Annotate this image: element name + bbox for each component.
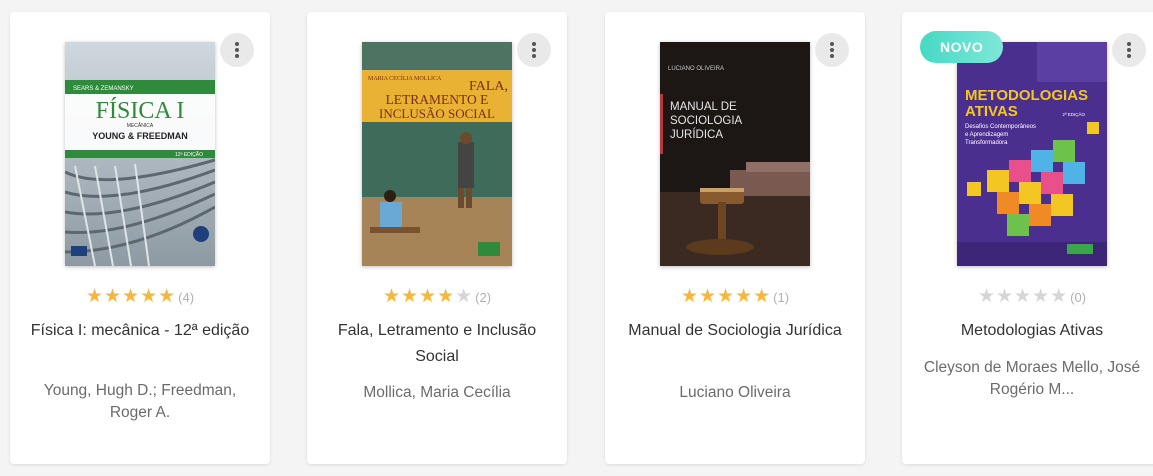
star-icon: ★ [419,286,437,307]
star-icon: ★ [1050,286,1068,307]
book-options-button[interactable] [1112,33,1146,67]
star-icon: ★ [698,286,717,307]
book-cover[interactable]: METODOLOGIAS ATIVAS 2ª EDIÇÃO Desafios C… [957,42,1107,266]
star-icon: ★ [122,286,140,307]
cover-authors: YOUNG & FREEDMAN [92,131,188,141]
cover-subtitle-line-2: e Aprendizagem [965,132,1008,138]
star-icon: ★ [140,286,158,307]
star-icon: ★ [717,286,735,307]
star-icon: ★ [382,286,400,307]
star-icon: ★ [977,286,995,307]
book-shelf: SEARS & ZEMANSKY FÍSICA I MECÂNICA YOUNG… [0,0,1153,476]
book-cover[interactable]: LUCIANO OLIVEIRA MANUAL DE SOCIOLOGIA JU… [660,42,810,266]
book-card[interactable]: MARIA CECÍLIA MOLLICA FALA, LETRAMENTO E… [307,12,567,464]
cover-title-line-2: LETRAMENTO E [386,92,489,107]
cover-edition: 12ª EDIÇÃO [175,151,203,158]
new-badge: NOVO [920,31,1004,63]
cover-subtitle-line-1: Desafios Contemporâneos [965,124,1036,130]
cover-subtitle-line-3: Transformadora [965,140,1008,146]
star-icon: ★ [1032,286,1050,307]
rating-count: (0) [1070,289,1087,305]
book-card[interactable]: LUCIANO OLIVEIRA MANUAL DE SOCIOLOGIA JU… [605,12,865,464]
book-card[interactable]: NOVO METODOLOGIAS ATIVAS 2ª EDIÇÃO Desaf… [902,12,1153,464]
cover-title: FÍSICA I [96,98,185,124]
book-cover[interactable]: MARIA CECÍLIA MOLLICA FALA, LETRAMENTO E… [362,42,512,266]
star-icon: ★ [995,286,1014,307]
rating-count: (2) [475,289,492,305]
book-title[interactable]: Fala, Letramento e Inclusão Social [327,318,547,370]
book-options-button[interactable] [517,33,551,67]
star-icon: ★ [158,286,176,307]
star-icon: ★ [735,286,753,307]
star-icon: ★ [1014,286,1032,307]
cover-title-line-3: INCLUSÃO SOCIAL [379,106,495,121]
book-options-button[interactable] [220,33,254,67]
cover-top-label: SEARS & ZEMANSKY [73,86,134,92]
book-author: Young, Hugh D.; Freedman, Roger A. [43,382,237,421]
cover-author-line: LUCIANO OLIVEIRA [668,66,724,72]
kebab-menu-icon [830,42,834,46]
book-author: Mollica, Maria Cecília [363,384,511,401]
book-cover[interactable]: SEARS & ZEMANSKY FÍSICA I MECÂNICA YOUNG… [65,42,215,266]
kebab-menu-icon [1127,42,1131,46]
kebab-menu-icon [235,42,239,46]
star-icon: ★ [103,286,122,307]
cover-puzzle-image: METODOLOGIAS ATIVAS 2ª EDIÇÃO Desafios C… [957,42,1107,266]
rating: ★ ★ ★ ★ ★ (4) [10,287,270,307]
cover-edition: 2ª EDIÇÃO [1062,111,1085,117]
star-icon: ★ [85,286,103,307]
star-icon: ★ [400,286,419,307]
book-title[interactable]: Metodologias Ativas [922,318,1142,344]
cover-title-line-3: JURÍDICA [670,128,723,141]
star-icon: ★ [455,286,473,307]
book-title[interactable]: Manual de Sociologia Jurídica [625,318,845,344]
rating: ★ ★ ★ ★ ★ (2) [307,287,567,307]
cover-title-line-2: ATIVAS [965,103,1018,120]
cover-physics-image: SEARS & ZEMANSKY FÍSICA I MECÂNICA YOUNG… [65,42,215,266]
star-icon: ★ [753,286,771,307]
kebab-menu-icon [532,42,536,46]
star-icon: ★ [680,286,698,307]
rating: ★ ★ ★ ★ ★ (1) [605,287,865,307]
rating-count: (1) [773,289,790,305]
book-author: Cleyson de Moraes Mello, José Rogério M.… [923,359,1141,398]
rating-count: (4) [178,289,195,305]
cover-author-line: MARIA CECÍLIA MOLLICA [368,74,442,82]
book-card[interactable]: SEARS & ZEMANSKY FÍSICA I MECÂNICA YOUNG… [10,12,270,464]
book-author: Luciano Oliveira [679,384,791,401]
cover-subtitle: MECÂNICA [127,122,154,129]
cover-title-line-2: SOCIOLOGIA [670,115,743,127]
cover-classroom-image: MARIA CECÍLIA MOLLICA FALA, LETRAMENTO E… [362,42,512,266]
book-options-button[interactable] [815,33,849,67]
cover-gavel-image: LUCIANO OLIVEIRA MANUAL DE SOCIOLOGIA JU… [660,42,810,266]
rating: ★ ★ ★ ★ ★ (0) [902,287,1153,307]
cover-title-line-1: METODOLOGIAS [965,87,1088,104]
star-icon: ★ [437,286,455,307]
cover-title-line-1: MANUAL DE [670,101,737,113]
book-title[interactable]: Física I: mecânica - 12ª edição [30,318,250,344]
